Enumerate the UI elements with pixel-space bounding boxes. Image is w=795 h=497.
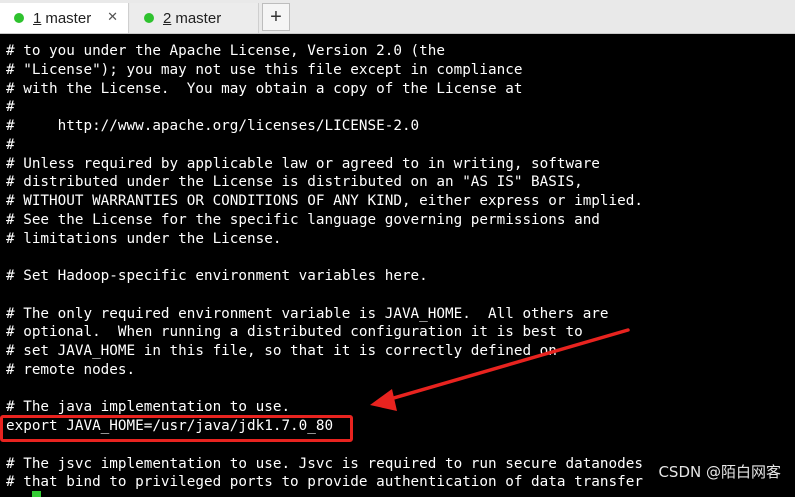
terminal-output[interactable]: # to you under the Apache License, Versi… [0, 34, 795, 497]
tab-1-master[interactable]: 1 master ✕ [0, 3, 129, 33]
terminal-line: # Set Hadoop-specific environment variab… [6, 268, 428, 284]
terminal-cursor [32, 491, 41, 497]
close-icon[interactable]: ✕ [107, 9, 118, 25]
terminal-line: # distributed under the License is distr… [6, 174, 583, 191]
tab-2-master[interactable]: 2 master [130, 3, 259, 33]
tab-number: 2 [163, 9, 172, 27]
highlight-box-java-home [0, 415, 353, 442]
terminal-line: # limitations under the License. [6, 230, 282, 247]
terminal-line: # The only required environment variable… [6, 305, 609, 322]
tab-number: 1 [33, 9, 42, 27]
session-status-icon [14, 13, 24, 23]
terminal-line: # remote nodes. [6, 361, 136, 378]
terminal-line: # See the License for the specific langu… [6, 211, 600, 228]
terminal-line: # with the License. You may obtain a cop… [6, 80, 523, 97]
terminal-line: # Unless required by applicable law or a… [6, 155, 600, 172]
terminal-line: # set JAVA_HOME in this file, so that it… [6, 343, 557, 359]
terminal-line: # "License"); you may not use this file … [6, 61, 523, 78]
tab-bar: 1 master ✕ 2 master + [0, 0, 795, 34]
tab-label: master [175, 9, 222, 27]
terminal-line: # [6, 99, 15, 116]
terminal-line: # to you under the Apache License, Versi… [6, 43, 445, 59]
watermark: CSDN @陌白网客 [658, 463, 781, 481]
terminal-line: # WITHOUT WARRANTIES OR CONDITIONS OF AN… [6, 193, 643, 209]
terminal-line: # optional. When running a distributed c… [6, 324, 583, 341]
terminal-line: # [6, 136, 15, 153]
terminal-line: # that bind to privileged ports to provi… [6, 474, 643, 491]
terminal-line: # The jsvc implementation to use. Jsvc i… [6, 455, 643, 472]
terminal-line: # http://www.apache.org/licenses/LICENSE… [6, 118, 420, 134]
session-status-icon [144, 13, 154, 23]
tab-label: master [45, 9, 92, 27]
new-tab-button[interactable]: + [262, 3, 290, 31]
